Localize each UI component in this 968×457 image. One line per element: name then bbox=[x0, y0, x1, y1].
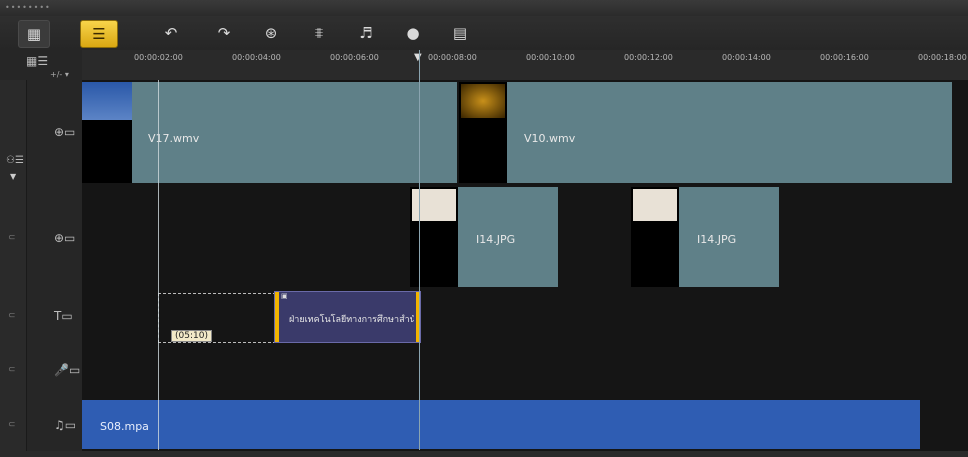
music-track-icon[interactable]: ♫▭ bbox=[54, 418, 76, 432]
lock-icon[interactable]: ⊂ bbox=[8, 233, 16, 243]
edit-cursor-line bbox=[158, 80, 159, 450]
video-editor-timeline: •••••••• ▦ ☰ ↶ ↷ ⊛ ⩨ ♬ ● ▤ ▦☰ +/- ▾ 00:0… bbox=[0, 0, 968, 457]
title-track-header: ⊂ T▭ bbox=[0, 289, 83, 344]
film-strip-icon: ▦ bbox=[26, 25, 42, 43]
lock-icon[interactable]: ⊂ bbox=[8, 420, 16, 430]
playhead-marker-icon[interactable]: ▼ bbox=[414, 52, 422, 63]
duration-badge: (05:10) bbox=[171, 330, 212, 342]
redo-icon: ↷ bbox=[217, 24, 231, 42]
ruler-tick: 00:00:08:00 bbox=[428, 53, 477, 62]
clip-thumbnail bbox=[82, 82, 132, 183]
ruler-tick: 00:00:06:00 bbox=[330, 53, 379, 62]
ruler-tick: 00:00:02:00 bbox=[134, 53, 183, 62]
undo-button[interactable]: ↶ bbox=[160, 22, 182, 44]
record-capture-button[interactable]: ⊛ bbox=[260, 22, 282, 44]
ruler-header: ▦☰ +/- ▾ bbox=[0, 50, 82, 81]
overlay-clip[interactable]: I14.JPG bbox=[631, 187, 779, 287]
video-clip[interactable]: V17.wmv bbox=[82, 82, 457, 183]
trim-handle-left[interactable] bbox=[275, 292, 279, 342]
video-track-icon[interactable]: ⊕▭ bbox=[54, 125, 75, 139]
overlay-clip[interactable]: I14.JPG bbox=[410, 187, 558, 287]
timeline-view-button[interactable]: ☰ bbox=[80, 20, 118, 48]
timeline-toolbar: ▦ ☰ ↶ ↷ ⊛ ⩨ ♬ ● ▤ bbox=[0, 16, 968, 51]
video-track-header: ⊕▭ ⚇☰ ▼ bbox=[0, 80, 83, 186]
auto-music-button[interactable]: ♬ bbox=[355, 22, 377, 44]
music-clip[interactable]: S08.mpa bbox=[82, 400, 920, 449]
overlay-track-header: ⊂ ⊕▭ bbox=[0, 185, 83, 290]
clip-thumbnail bbox=[410, 187, 458, 287]
grip-dots: •••••••• bbox=[5, 3, 51, 12]
ruler-tick: 00:00:04:00 bbox=[232, 53, 281, 62]
clip-label: ฝ่ายเทคโนโลยีทางการศึกษาสำนัก bbox=[289, 315, 414, 325]
time-ruler[interactable]: 00:00:02:00 00:00:04:00 00:00:06:00 00:0… bbox=[82, 50, 968, 81]
audio-mixer-icon: ⩨ bbox=[314, 24, 324, 42]
lock-icon[interactable]: ⊂ bbox=[8, 365, 16, 375]
ruler-tick: 00:00:18:00 bbox=[918, 53, 967, 62]
music-track-header: ⊂ ♫▭ bbox=[0, 398, 83, 452]
clip-thumbnail bbox=[459, 82, 507, 183]
overlay-track-icon[interactable]: ⊕▭ bbox=[54, 231, 75, 245]
clip-label: I14.JPG bbox=[476, 233, 516, 246]
horizontal-scrollbar[interactable] bbox=[0, 451, 968, 457]
title-type-icon: ▣ bbox=[281, 292, 288, 300]
audio-mixer-button[interactable]: ⩨ bbox=[308, 22, 330, 44]
title-clip[interactable]: ▣ ฝ่ายเทคโนโลยีทางการศึกษาสำนัก bbox=[274, 291, 421, 343]
clip-label: V17.wmv bbox=[148, 132, 200, 145]
ruler-tick: 00:00:10:00 bbox=[526, 53, 575, 62]
zoom-control[interactable]: +/- ▾ bbox=[50, 70, 69, 79]
subtitle-icon: ▤ bbox=[452, 24, 468, 42]
auto-music-icon: ♬ bbox=[359, 24, 373, 42]
ruler-tick: 00:00:16:00 bbox=[820, 53, 869, 62]
storyboard-view-button[interactable]: ▦ bbox=[18, 20, 50, 48]
undo-icon: ↶ bbox=[164, 24, 178, 42]
voice-track-lane[interactable] bbox=[82, 343, 968, 399]
clip-label: S08.mpa bbox=[100, 420, 149, 433]
voice-track-icon[interactable]: 🎤▭ bbox=[54, 363, 80, 377]
motion-track-icon: ● bbox=[406, 24, 420, 42]
subtitle-button[interactable]: ▤ bbox=[449, 22, 471, 44]
video-clip[interactable]: V10.wmv bbox=[459, 82, 952, 183]
redo-button[interactable]: ↷ bbox=[213, 22, 235, 44]
lock-icon[interactable]: ⊂ bbox=[8, 311, 16, 321]
track-manager-icon[interactable]: ▦☰ bbox=[26, 54, 48, 68]
playhead-line[interactable] bbox=[419, 50, 420, 450]
motion-track-button[interactable]: ● bbox=[402, 22, 424, 44]
clip-label: V10.wmv bbox=[524, 132, 576, 145]
timeline-icon: ☰ bbox=[92, 25, 106, 43]
panel-grip[interactable]: •••••••• bbox=[0, 0, 968, 17]
record-capture-icon: ⊛ bbox=[264, 24, 278, 42]
track-manager-icon[interactable]: ⚇☰ bbox=[6, 155, 24, 166]
title-track-icon[interactable]: T▭ bbox=[54, 309, 73, 323]
ruler-tick: 00:00:12:00 bbox=[624, 53, 673, 62]
clip-thumbnail bbox=[631, 187, 679, 287]
clip-label: I14.JPG bbox=[697, 233, 737, 246]
expand-arrow-icon[interactable]: ▼ bbox=[10, 172, 16, 181]
voice-track-header: ⊂ 🎤▭ bbox=[0, 343, 83, 399]
ruler-tick: 00:00:14:00 bbox=[722, 53, 771, 62]
